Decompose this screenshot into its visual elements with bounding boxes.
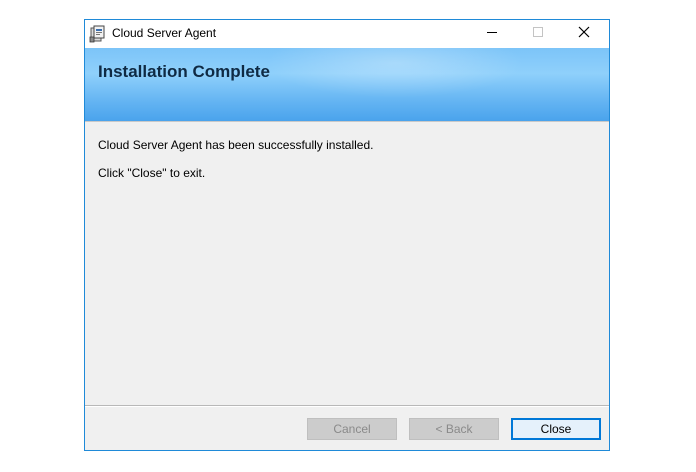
close-button[interactable]: Close	[511, 418, 601, 440]
close-window-button[interactable]	[561, 20, 607, 48]
title-bar[interactable]: Cloud Server Agent	[85, 20, 609, 48]
header-banner: Installation Complete	[85, 48, 609, 122]
banner-highlight	[265, 48, 525, 98]
installer-window: Cloud Server Agent Installation Complete…	[84, 19, 610, 451]
minimize-icon	[486, 25, 498, 43]
footer-divider	[85, 405, 609, 407]
exit-instruction: Click "Close" to exit.	[98, 166, 206, 180]
success-message: Cloud Server Agent has been successfully…	[98, 138, 374, 152]
page-title: Installation Complete	[98, 62, 270, 81]
back-button[interactable]: < Back	[409, 418, 499, 440]
maximize-icon	[532, 25, 544, 43]
minimize-button[interactable]	[469, 20, 515, 48]
installer-icon	[89, 25, 107, 43]
maximize-button[interactable]	[515, 20, 561, 48]
cancel-button[interactable]: Cancel	[307, 418, 397, 440]
close-icon	[578, 25, 590, 43]
window-title: Cloud Server Agent	[112, 26, 217, 40]
